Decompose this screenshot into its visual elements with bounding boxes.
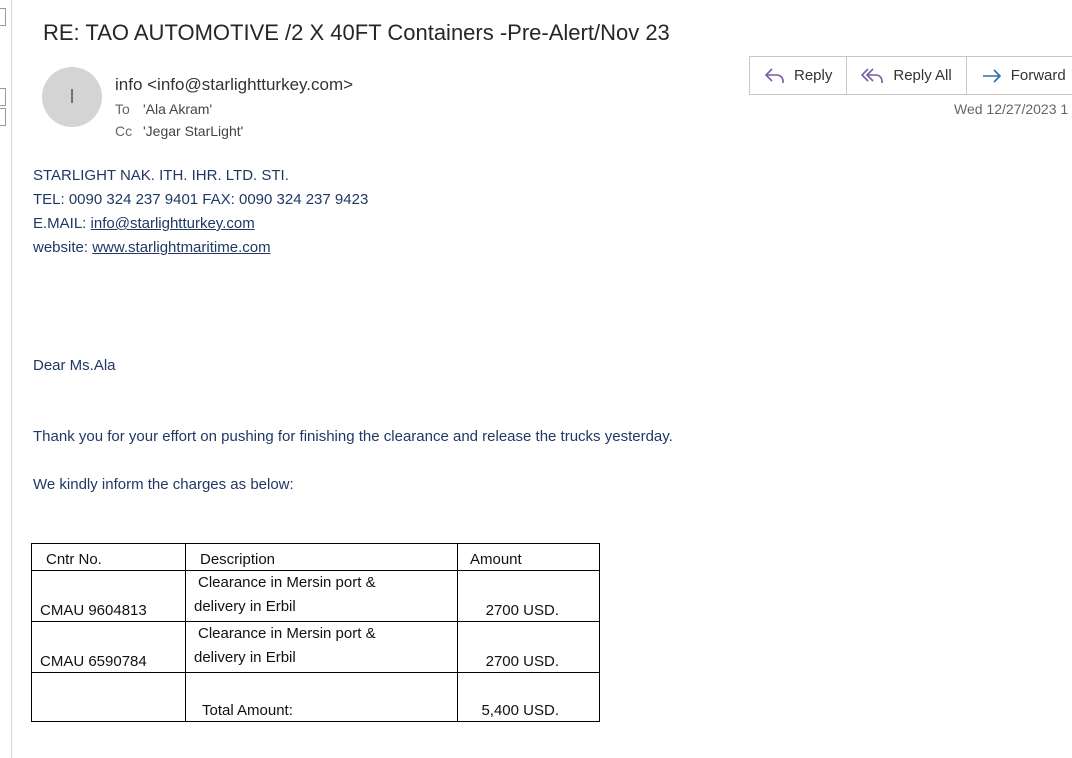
avatar-initial: I [69, 85, 75, 108]
total-amount: 5,400 USD. [457, 672, 600, 722]
cell-empty [31, 672, 186, 722]
header-description: Description [185, 543, 458, 571]
cell-amount: 2700 USD. [457, 621, 600, 673]
description-line-2: delivery in Erbil [194, 649, 296, 666]
cell-amount: 2700 USD. [457, 570, 600, 622]
to-label: To [115, 101, 130, 117]
reply-all-label: Reply All [893, 67, 952, 84]
message-actions: Reply Reply All Forward [749, 56, 1072, 95]
description-line-2: delivery in Erbil [194, 598, 296, 615]
panel-edge-tick [0, 88, 6, 106]
forward-label: Forward [1010, 67, 1066, 84]
cc-recipient-row: Cc 'Jegar StarLight' [115, 123, 243, 139]
reply-icon [764, 66, 786, 86]
forward-button[interactable]: Forward [967, 57, 1072, 94]
to-recipient[interactable]: 'Ala Akram' [143, 101, 212, 117]
cc-label: Cc [115, 123, 133, 139]
reply-button[interactable]: Reply [750, 57, 848, 94]
body-paragraph-1: Thank you for your effort on pushing for… [33, 428, 673, 445]
sender-avatar[interactable]: I [42, 67, 102, 127]
header-cntr-no: Cntr No. [31, 543, 186, 571]
company-website-link[interactable]: www.starlightmaritime.com [92, 239, 270, 256]
forward-arrow-icon [981, 66, 1003, 86]
panel-edge-tick [0, 108, 6, 126]
left-panel-edge [0, 0, 12, 758]
table-row: CMAU 9604813 Clearance in Mersin port & … [31, 570, 600, 622]
cell-description: Clearance in Mersin port & delivery in E… [185, 621, 458, 673]
to-recipient-row: To 'Ala Akram' [115, 101, 212, 117]
company-website-line: website: www.starlightmaritime.com [33, 239, 271, 256]
company-phone-fax: TEL: 0090 324 237 9401 FAX: 0090 324 237… [33, 191, 369, 208]
charges-table: Cntr No. Description Amount CMAU 9604813… [31, 543, 600, 722]
cell-description: Clearance in Mersin port & delivery in E… [185, 570, 458, 622]
reply-label: Reply [794, 67, 833, 84]
cc-recipient[interactable]: 'Jegar StarLight' [143, 123, 243, 139]
reply-all-icon [861, 66, 885, 86]
header-amount: Amount [457, 543, 600, 571]
description-line-1: Clearance in Mersin port & [198, 625, 376, 642]
sent-date: Wed 12/27/2023 1 [954, 101, 1069, 117]
body-paragraph-2: We kindly inform the charges as below: [33, 476, 294, 493]
table-row: CMAU 6590784 Clearance in Mersin port & … [31, 621, 600, 673]
description-line-1: Clearance in Mersin port & [198, 574, 376, 591]
table-header-row: Cntr No. Description Amount [31, 543, 600, 571]
cell-cntr-no: CMAU 6590784 [31, 621, 186, 673]
email-label: E.MAIL: [33, 215, 91, 232]
company-email-link[interactable]: info@starlightturkey.com [91, 215, 255, 232]
greeting: Dear Ms.Ala [33, 357, 116, 374]
email-subject: RE: TAO AUTOMOTIVE /2 X 40FT Containers … [43, 20, 670, 45]
sender-address[interactable]: info <info@starlightturkey.com> [115, 75, 353, 95]
website-label: website: [33, 239, 93, 256]
company-name: STARLIGHT NAK. ITH. IHR. LTD. STI. [33, 167, 289, 184]
panel-edge-tick [0, 8, 6, 26]
reply-all-button[interactable]: Reply All [847, 57, 967, 94]
total-label: Total Amount: [185, 672, 458, 722]
cell-cntr-no: CMAU 9604813 [31, 570, 186, 622]
company-email-line: E.MAIL: info@starlightturkey.com [33, 215, 255, 232]
table-total-row: Total Amount: 5,400 USD. [31, 672, 600, 722]
